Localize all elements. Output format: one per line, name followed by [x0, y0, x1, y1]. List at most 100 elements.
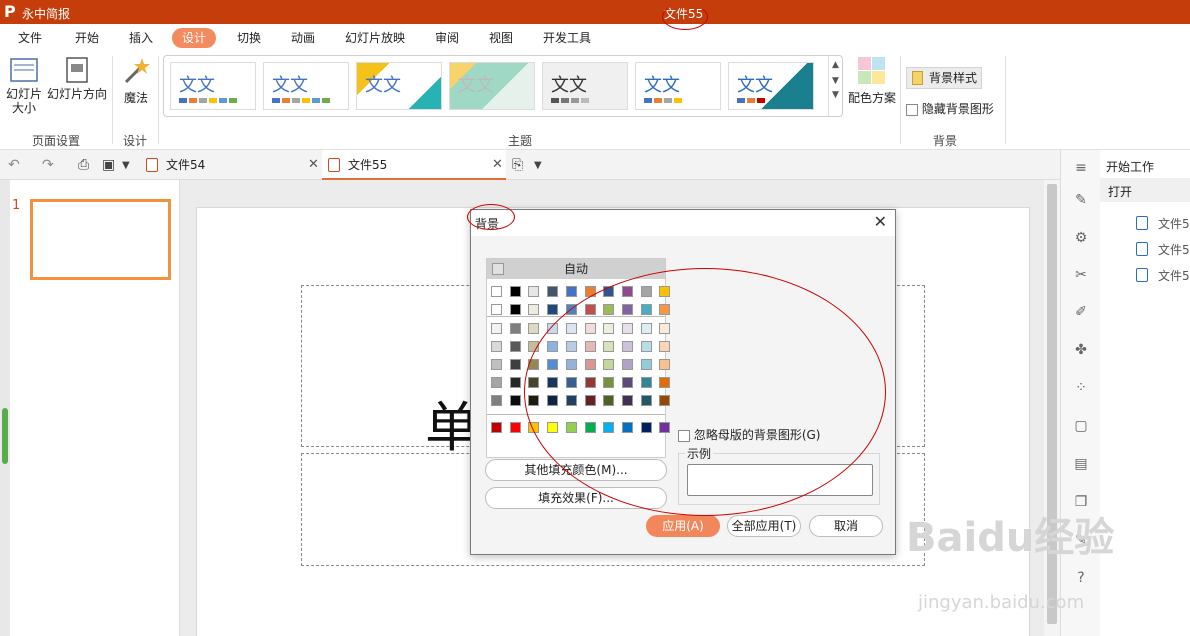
slide-size-label: 幻灯片 大小	[5, 87, 42, 115]
color-swatch[interactable]	[528, 304, 540, 315]
slide-direction-button[interactable]: 幻灯片方向	[46, 56, 108, 101]
color-swatch[interactable]	[509, 422, 521, 433]
color-swatch[interactable]	[491, 359, 502, 370]
color-swatch[interactable]	[491, 422, 502, 433]
background-style-icon	[912, 71, 923, 85]
theme-thumb-text: 文文	[365, 75, 401, 96]
slide-thumbnails-panel: 1	[10, 180, 180, 636]
close-icon[interactable]: ✕	[874, 212, 887, 231]
magic-button[interactable]: 魔法	[118, 56, 154, 106]
menu-review[interactable]: 审阅	[425, 28, 469, 48]
background-style-label: 背景样式	[929, 71, 978, 85]
color-swatch[interactable]	[509, 359, 521, 370]
settings-sliders-icon[interactable]: ⚙	[1073, 230, 1089, 246]
menu-insert[interactable]: 插入	[119, 28, 163, 48]
clover-icon[interactable]: ✤	[1073, 342, 1089, 358]
pen-icon[interactable]: ✎	[1073, 192, 1089, 208]
group-label-design: 设计	[122, 134, 147, 148]
clipboard-icon[interactable]: ▤	[1073, 456, 1089, 472]
customize-dropdown-icon[interactable]: ▼	[122, 160, 130, 171]
color-swatch[interactable]	[565, 286, 577, 297]
print-preview-icon[interactable]: ⎙	[78, 157, 89, 173]
color-swatch[interactable]	[509, 341, 521, 352]
color-swatch[interactable]	[509, 304, 521, 315]
redo-icon[interactable]: ↷	[42, 157, 54, 173]
menu-animation[interactable]: 动画	[281, 28, 325, 48]
color-swatch[interactable]	[491, 323, 502, 334]
ribbon-separator	[1005, 56, 1006, 144]
slide-thumbnail[interactable]	[30, 199, 171, 280]
close-icon[interactable]: ✕	[492, 150, 503, 180]
color-swatch[interactable]	[509, 377, 521, 388]
chevron-up-icon[interactable]: ▲	[829, 60, 842, 70]
save-icon[interactable]: ▣	[102, 157, 115, 173]
color-swatch[interactable]	[547, 304, 559, 315]
color-swatch[interactable]	[491, 341, 502, 352]
color-swatch[interactable]	[491, 395, 502, 406]
apply-all-button[interactable]: 全部应用(T)	[727, 515, 801, 537]
tab-document-54[interactable]: 文件54 ✕	[140, 150, 322, 180]
vertical-scrollbar[interactable]	[1044, 180, 1060, 636]
more-icon[interactable]: ▼	[829, 90, 842, 100]
brush-icon[interactable]: ✐	[1073, 304, 1089, 320]
recent-file[interactable]: 文件5	[1158, 267, 1190, 284]
slide-direction-icon	[66, 57, 88, 83]
menu-lines-icon[interactable]: ≡	[1073, 160, 1089, 176]
color-swatch[interactable]	[509, 395, 521, 406]
menu-transition[interactable]: 切换	[227, 28, 271, 48]
color-swatch[interactable]	[528, 286, 540, 297]
color-swatch[interactable]	[547, 286, 559, 297]
scroll-indicator[interactable]	[2, 408, 8, 464]
close-icon[interactable]: ✕	[308, 150, 319, 180]
color-scheme-button[interactable]: 配色方案	[846, 56, 898, 106]
new-document-icon[interactable]: ⎘	[512, 157, 523, 173]
menu-developer[interactable]: 开发工具	[533, 28, 601, 48]
tab-document-55[interactable]: 文件55 ✕	[322, 150, 506, 180]
chevron-down-icon[interactable]: ▼	[829, 76, 842, 86]
menu-file[interactable]: 文件	[8, 28, 52, 48]
help-icon[interactable]: ?	[1073, 570, 1089, 586]
new-document-dropdown-icon[interactable]: ▼	[534, 160, 542, 171]
color-swatch[interactable]	[528, 323, 540, 334]
hide-background-checkbox[interactable]	[906, 103, 918, 116]
color-swatch[interactable]	[509, 323, 521, 334]
color-swatch[interactable]	[491, 286, 502, 297]
hide-background-toggle[interactable]: 隐藏背景图形	[906, 100, 994, 117]
theme-thumb[interactable]: 文文	[170, 62, 256, 110]
menu-view[interactable]: 视图	[479, 28, 523, 48]
theme-colors	[179, 98, 237, 103]
apply-button[interactable]: 应用(A)	[646, 515, 720, 537]
theme-thumb[interactable]: 文文	[635, 62, 721, 110]
theme-thumb-text: 文文	[179, 75, 215, 96]
recent-file[interactable]: 文件5	[1158, 215, 1190, 232]
menu-home[interactable]: 开始	[65, 28, 109, 48]
color-swatch[interactable]	[509, 286, 521, 297]
slide-size-button[interactable]: 幻灯片 大小	[4, 56, 44, 115]
theme-thumb[interactable]: 文文	[356, 62, 442, 110]
recent-file[interactable]: 文件5	[1158, 241, 1190, 258]
ribbon-separator	[158, 56, 159, 144]
color-swatch[interactable]	[491, 304, 502, 315]
color-swatch[interactable]	[491, 377, 502, 388]
undo-icon[interactable]: ↶	[8, 157, 20, 173]
theme-thumb-text: 文文	[458, 75, 494, 96]
cancel-button[interactable]: 取消	[809, 515, 883, 537]
auto-color-label: 自动	[563, 262, 588, 276]
theme-thumb[interactable]: 文文	[263, 62, 349, 110]
document-icon	[328, 158, 340, 172]
image-icon[interactable]: ▢	[1073, 418, 1089, 434]
theme-thumb[interactable]: 文文	[728, 62, 814, 110]
open-row[interactable]: 打开	[1100, 178, 1190, 202]
menu-slideshow[interactable]: 幻灯片放映	[335, 28, 415, 48]
tools-icon[interactable]: ✂	[1073, 267, 1089, 283]
theme-thumb[interactable]: 文文	[449, 62, 535, 110]
gallery-scroll[interactable]: ▲ ▼ ▼	[828, 56, 842, 116]
grid-icon[interactable]: ⁘	[1073, 380, 1089, 396]
background-style-button[interactable]: 背景样式	[906, 67, 982, 89]
slide-direction-label: 幻灯片方向	[46, 87, 107, 101]
document-icon	[1136, 216, 1148, 230]
watermark-logo: Baidu经验	[906, 515, 1115, 561]
menu-design[interactable]: 设计	[172, 28, 217, 48]
theme-thumb[interactable]: 文文	[542, 62, 628, 110]
app-name: 永中简报	[22, 7, 71, 21]
